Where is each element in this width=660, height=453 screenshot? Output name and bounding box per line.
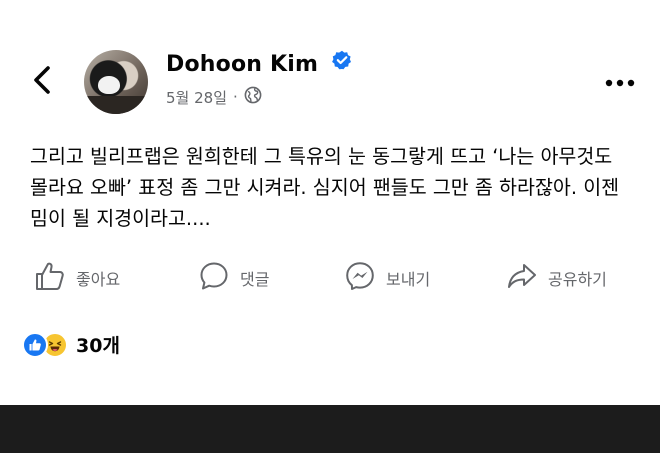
- like-button[interactable]: 좋아요: [34, 256, 120, 300]
- more-options-icon[interactable]: [604, 74, 636, 87]
- like-label: 좋아요: [76, 270, 121, 289]
- globe-icon: [244, 86, 262, 108]
- reaction-count: 30개: [76, 335, 120, 357]
- author-block: Dohoon Kim: [166, 50, 352, 78]
- post-header: Dohoon Kim 5월 28일 ·: [0, 40, 660, 120]
- avatar-shirt: [84, 96, 148, 114]
- action-bar: 좋아요 댓글 보내기 공유하기: [0, 256, 660, 300]
- comment-button[interactable]: 댓글: [198, 256, 269, 300]
- reaction-summary[interactable]: 30개: [22, 331, 120, 358]
- comment-bubble-icon: [198, 260, 230, 296]
- avatar-cat: [98, 76, 120, 94]
- like-reaction-icon: [22, 331, 48, 358]
- post-text: 그리고 빌리프랩은 원희한테 그 특유의 눈 동그랗게 뜨고 ‘나는 아무것도 …: [30, 145, 620, 230]
- send-button[interactable]: 보내기: [344, 256, 430, 300]
- bottom-dark-bar: [0, 405, 660, 453]
- send-label: 보내기: [386, 270, 431, 289]
- share-arrow-icon: [506, 260, 538, 296]
- comment-label: 댓글: [240, 270, 270, 289]
- messenger-icon: [344, 260, 376, 296]
- share-label: 공유하기: [548, 270, 607, 289]
- author-name[interactable]: Dohoon Kim: [166, 52, 318, 77]
- post-meta: 5월 28일 ·: [166, 86, 262, 108]
- avatar[interactable]: [84, 50, 148, 114]
- back-arrow-icon[interactable]: [28, 64, 56, 96]
- thumbs-up-icon: [34, 260, 66, 296]
- post-date[interactable]: 5월 28일: [166, 87, 227, 108]
- share-button[interactable]: 공유하기: [506, 256, 607, 300]
- meta-separator: ·: [233, 88, 238, 106]
- verified-badge-icon: [332, 50, 352, 76]
